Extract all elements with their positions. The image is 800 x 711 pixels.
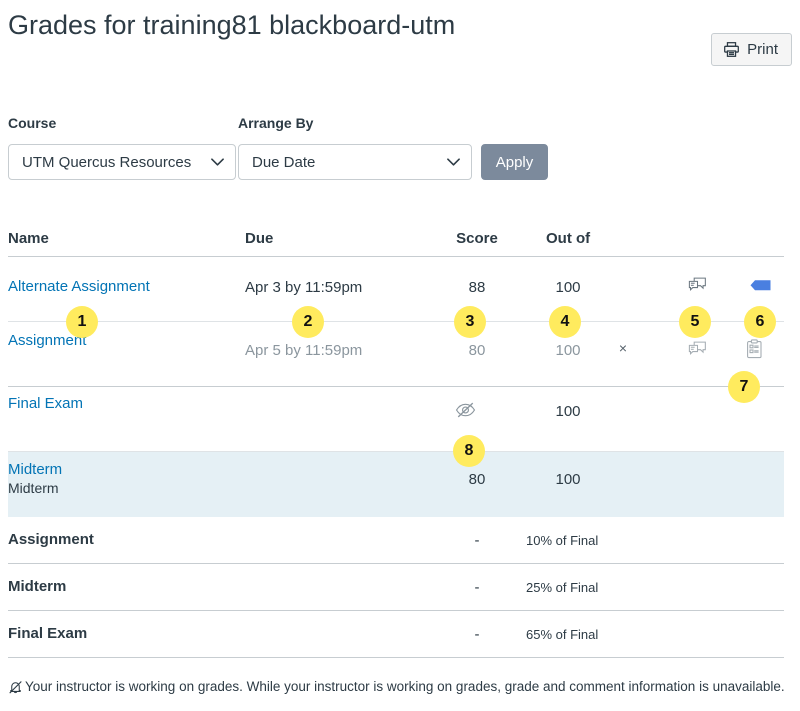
row-score: 80 <box>468 342 486 359</box>
apply-button[interactable]: Apply <box>481 144 548 180</box>
row-out-of: 100 <box>555 471 581 488</box>
chevron-down-icon <box>210 157 225 167</box>
annotation-marker-7: 7 <box>728 371 760 403</box>
annotation-marker-4: 4 <box>549 306 581 338</box>
table-row: Final Exam 100 <box>8 387 784 452</box>
group-name: Midterm <box>8 578 67 595</box>
annotation-marker-5: 5 <box>679 306 711 338</box>
grade-tag-icon[interactable] <box>746 277 774 294</box>
assignment-link-final-exam[interactable]: Final Exam <box>8 395 83 412</box>
group-weight: 65% of Final <box>526 627 599 642</box>
group-name: Final Exam <box>8 625 88 642</box>
column-header-due: Due <box>245 230 274 247</box>
row-due-date: Apr 3 by 11:59pm <box>245 279 363 296</box>
row-score: 80 <box>468 471 486 488</box>
annotation-marker-2: 2 <box>292 306 324 338</box>
row-score: 88 <box>468 279 486 296</box>
column-header-out-of: Out of <box>546 230 591 247</box>
print-button-label: Print <box>747 41 778 58</box>
row-subtitle: Midterm <box>8 480 59 496</box>
rubric-icon[interactable] <box>746 339 774 359</box>
row-out-of: 100 <box>555 279 581 296</box>
course-label: Course <box>8 115 57 131</box>
page-title: Grades for training81 blackboard-utm <box>8 10 456 40</box>
row-out-of: 100 <box>555 342 581 359</box>
row-out-of: 100 <box>555 403 581 420</box>
group-summary-row: Final Exam - 65% of Final <box>8 611 784 658</box>
annotation-marker-1: 1 <box>66 306 98 338</box>
column-header-score: Score <box>456 230 498 247</box>
table-header-row: Name Due Score Out of <box>8 230 784 257</box>
arrange-by-select-value: Due Date <box>252 153 316 171</box>
table-row: Assignment Apr 5 by 11:59pm 80 100 × <box>8 322 784 387</box>
group-weight: 10% of Final <box>526 533 599 548</box>
row-due-date: Apr 5 by 11:59pm <box>245 342 363 359</box>
comment-icon[interactable] <box>688 341 712 358</box>
grades-unavailable-note: Your instructor is working on grades. Wh… <box>8 678 792 696</box>
column-header-name: Name <box>8 230 49 247</box>
group-score: - <box>474 579 480 596</box>
annotation-marker-6: 6 <box>744 306 776 338</box>
arrange-by-label: Arrange By <box>238 115 314 131</box>
grades-table: Name Due Score Out of Alternate Assignme… <box>8 230 784 658</box>
grades-unavailable-text: Your instructor is working on grades. Wh… <box>25 679 785 694</box>
print-button[interactable]: Print <box>711 33 792 66</box>
group-weight: 25% of Final <box>526 580 599 595</box>
comment-icon[interactable] <box>688 277 712 294</box>
printer-icon <box>723 41 740 58</box>
annotation-marker-8: 8 <box>453 435 485 467</box>
table-row: Alternate Assignment Apr 3 by 11:59pm 88… <box>8 257 784 322</box>
hidden-eye-icon <box>455 401 499 419</box>
assignment-link-alternate-assignment[interactable]: Alternate Assignment <box>8 278 150 295</box>
group-summary-row: Assignment - 10% of Final <box>8 517 784 564</box>
bell-slash-icon <box>8 680 23 695</box>
arrange-by-select[interactable]: Due Date <box>238 144 472 180</box>
group-score: - <box>474 626 480 643</box>
assignment-link-midterm[interactable]: Midterm <box>8 461 62 478</box>
course-select[interactable]: UTM Quercus Resources <box>8 144 236 180</box>
course-select-value: UTM Quercus Resources <box>22 153 192 171</box>
group-score: - <box>474 532 480 549</box>
chevron-down-icon <box>446 157 461 167</box>
remove-what-if-score-icon[interactable]: × <box>612 340 634 356</box>
group-summary-row: Midterm - 25% of Final <box>8 564 784 611</box>
annotation-marker-3: 3 <box>454 306 486 338</box>
table-row: Midterm Midterm 80 100 <box>8 452 784 517</box>
group-name: Assignment <box>8 531 94 548</box>
